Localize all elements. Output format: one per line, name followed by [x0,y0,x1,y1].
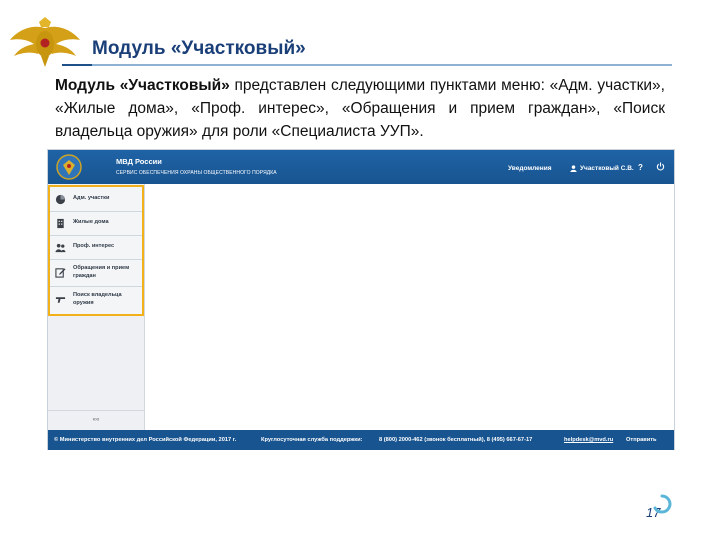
title-divider [62,64,672,66]
sidebar-item-zhilye-doma[interactable]: Жилые дома [50,211,142,236]
footer-email-link[interactable]: helpdesk@mvd.ru [564,437,613,443]
notifications-link[interactable]: Уведомления [508,165,552,172]
user-menu[interactable]: Участковый С.В. [570,165,634,172]
user-name: Участковый С.В. [580,165,634,172]
sidebar-item-adm-uchastki[interactable]: Адм. участки [50,187,142,212]
app-subtitle: СЕРВИС ОБЕСПЕЧЕНИЯ ОХРАНЫ ОБЩЕСТВЕННОГО … [116,170,277,176]
mvd-logo-icon [56,154,82,180]
main-content-area [145,184,674,430]
slide-description: Модуль «Участковый» представлен следующи… [55,74,665,143]
app-name: МВД России [116,157,162,166]
app-header: МВД России СЕРВИС ОБЕСПЕЧЕНИЯ ОХРАНЫ ОБЩ… [48,150,674,184]
app-footer: © Министерство внутренних дел Российской… [48,430,674,450]
sidebar-item-obrashcheniya[interactable]: Обращения и прием граждан [50,259,142,287]
help-button[interactable]: ? [638,163,643,172]
pistol-icon [55,297,66,303]
sidebar-item-label: Адм. участки [73,195,110,202]
people-icon [55,243,66,252]
sidebar-item-label: Поиск владельца оружия [73,292,122,306]
swirl-decoration-icon [653,494,672,514]
sidebar-item-poisk-vladeltsa[interactable]: Поиск владельца оружия [50,286,142,313]
power-icon[interactable] [656,162,665,171]
sidebar-item-prof-interes[interactable]: Проф. интерес [50,235,142,260]
footer-support-label: Круглосуточная служба поддержки: [261,437,363,443]
footer-copyright: © Министерство внутренних дел Российской… [54,437,237,443]
edit-icon [55,268,66,278]
footer-send-button[interactable]: Отправить [626,437,657,443]
emblem-logo [10,17,80,67]
footer-phones: 8 (800) 2000-462 (звонок бесплатный), 8 … [379,437,533,443]
sidebar-item-label: Обращения и прием граждан [73,265,130,279]
sidebar-collapse-button[interactable]: «« [48,410,144,430]
sidebar-menu-highlight: Адм. участки Жилые дома Проф. интерес Об… [48,185,144,316]
building-icon [57,218,64,228]
pie-chart-icon [55,194,66,204]
user-icon [570,165,577,172]
slide-title: Модуль «Участковый» [92,38,306,59]
sidebar-item-label: Проф. интерес [73,243,115,250]
sidebar-item-label: Жилые дома [73,219,109,226]
app-screenshot: МВД России СЕРВИС ОБЕСПЕЧЕНИЯ ОХРАНЫ ОБЩ… [47,149,675,450]
description-module-name: Модуль «Участковый» [55,77,230,94]
sidebar: Адм. участки Жилые дома Проф. интерес Об… [48,184,145,430]
